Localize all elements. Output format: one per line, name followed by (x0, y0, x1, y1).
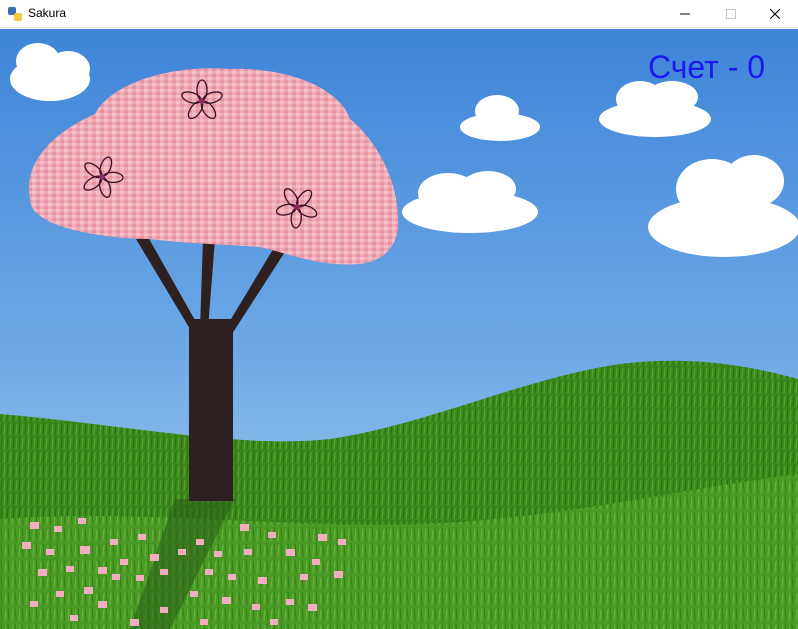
window-title: Sakura (28, 6, 67, 20)
score-label: Счет - 0 (648, 49, 766, 85)
python-icon (8, 7, 22, 21)
close-icon (770, 9, 780, 19)
close-button[interactable] (752, 0, 798, 28)
minimize-button[interactable] (662, 0, 708, 28)
minimize-icon (680, 13, 690, 15)
maximize-icon (726, 9, 736, 19)
game-canvas[interactable] (0, 29, 798, 629)
title-bar[interactable]: Sakura (0, 0, 798, 28)
game-scene (0, 29, 798, 629)
app-window: Sakura Счет - 0 (0, 0, 798, 629)
maximize-button[interactable] (708, 0, 754, 28)
